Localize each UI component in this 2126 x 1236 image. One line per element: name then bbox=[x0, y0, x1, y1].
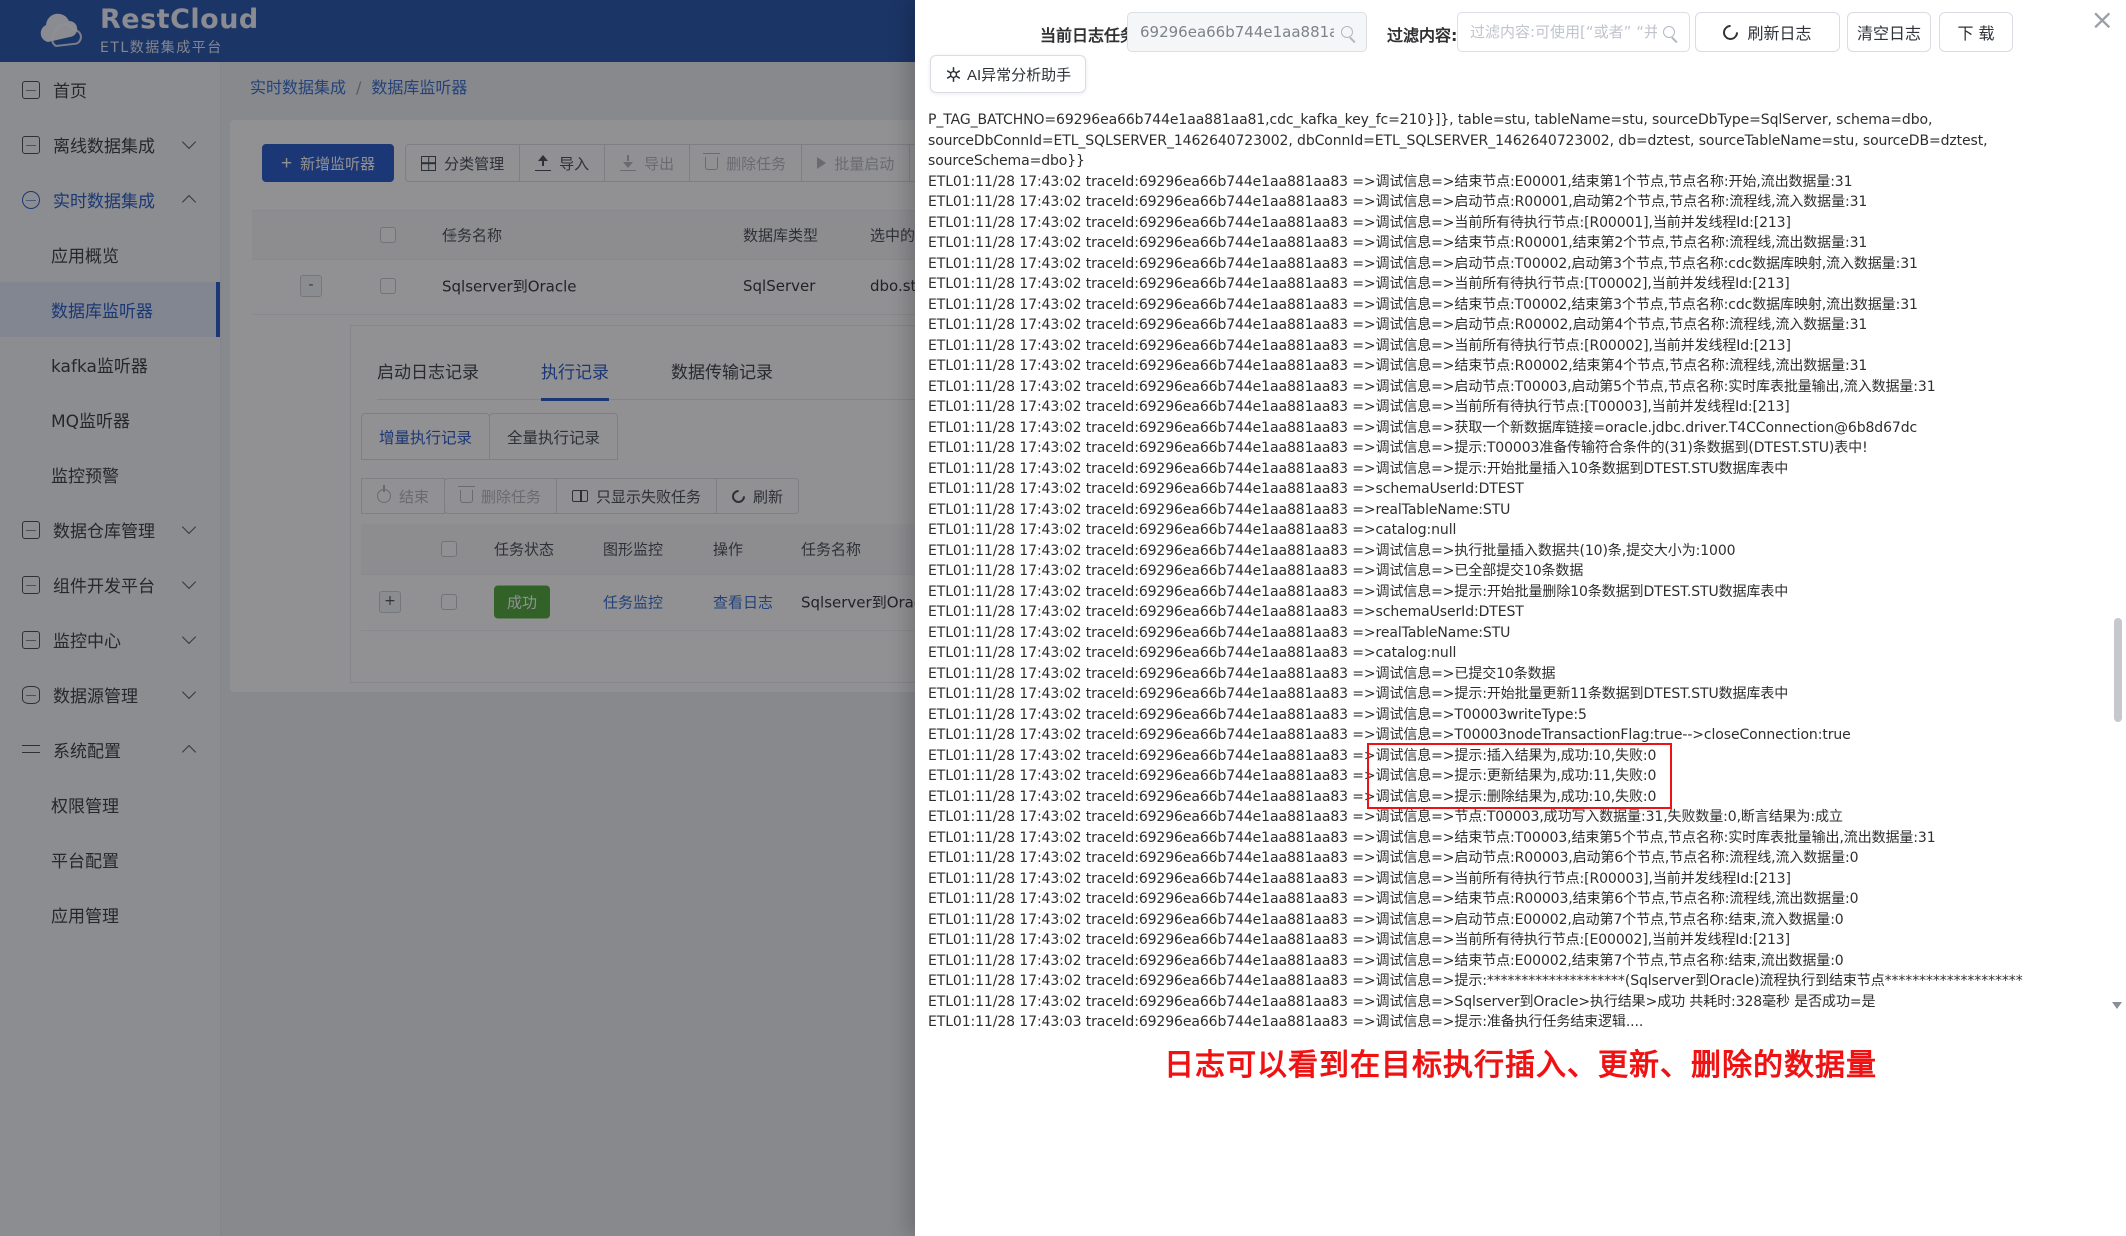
scrollbar-thumb[interactable] bbox=[2114, 618, 2122, 722]
log-line: ETL01:11/28 17:43:03 traceId:69296ea66b7… bbox=[928, 1014, 1644, 1030]
log-line: ETL01:11/28 17:43:02 traceId:69296ea66b7… bbox=[928, 173, 1853, 190]
log-line-highlighted: ETL01:11/28 17:43:02 traceId:69296ea66b7… bbox=[928, 788, 1657, 805]
log-line: ETL01:11/28 17:43:02 traceId:69296ea66b7… bbox=[928, 706, 1587, 723]
log-line: ETL01:11/28 17:43:02 traceId:69296ea66b7… bbox=[928, 419, 1918, 436]
log-line: ETL01:11/28 17:43:02 traceId:69296ea66b7… bbox=[928, 440, 1868, 456]
log-line: ETL01:11/28 17:43:02 traceId:69296ea66b7… bbox=[928, 645, 1457, 661]
log-line: ETL01:11/28 17:43:02 traceId:69296ea66b7… bbox=[928, 624, 1511, 641]
log-line-highlighted: ETL01:11/28 17:43:02 traceId:69296ea66b7… bbox=[928, 768, 1657, 784]
filter-input[interactable] bbox=[1457, 12, 1690, 52]
log-line: ETL01:11/28 17:43:02 traceId:69296ea66b7… bbox=[928, 378, 1936, 395]
log-line: ETL01:11/28 17:43:02 traceId:69296ea66b7… bbox=[928, 358, 1868, 374]
annotation-caption: 日志可以看到在目标执行插入、更新、删除的数据量 bbox=[1164, 1048, 1877, 1083]
log-line: ETL01:11/28 17:43:02 traceId:69296ea66b7… bbox=[928, 317, 1868, 333]
log-line: ETL01:11/28 17:43:02 traceId:69296ea66b7… bbox=[928, 850, 1859, 866]
log-line: ETL01:11/28 17:43:02 traceId:69296ea66b7… bbox=[928, 973, 2023, 989]
dim-overlay bbox=[0, 0, 915, 1236]
log-line: ETL01:11/28 17:43:02 traceId:69296ea66b7… bbox=[928, 686, 1789, 702]
log-line: ETL01:11/28 17:43:02 traceId:69296ea66b7… bbox=[928, 604, 1524, 620]
refresh-icon bbox=[1720, 21, 1742, 43]
log-line: ETL01:11/28 17:43:02 traceId:69296ea66b7… bbox=[928, 563, 1584, 579]
log-line: sourceSchema=dbo}} bbox=[928, 153, 1085, 169]
log-line: ETL01:11/28 17:43:02 traceId:69296ea66b7… bbox=[928, 194, 1868, 210]
log-line: ETL01:11/28 17:43:02 traceId:69296ea66b7… bbox=[928, 214, 1791, 231]
task-id-input[interactable] bbox=[1127, 12, 1367, 52]
log-line: ETL01:11/28 17:43:02 traceId:69296ea66b7… bbox=[928, 235, 1868, 251]
app-root: RestCloud ETL数据集成平台 首页 离线数据集成 实时数据集成 应用概览 数据… bbox=[0, 0, 2126, 1236]
log-line: ETL01:11/28 17:43:02 traceId:69296ea66b7… bbox=[928, 542, 1736, 559]
log-line: ETL01:11/28 17:43:02 traceId:69296ea66b7… bbox=[928, 501, 1511, 518]
ai-icon bbox=[946, 66, 961, 82]
scroll-down-icon[interactable] bbox=[2112, 1002, 2122, 1009]
filter-search-icon bbox=[1663, 26, 1675, 38]
log-line: ETL01:11/28 17:43:02 traceId:69296ea66b7… bbox=[928, 296, 1918, 313]
log-output[interactable]: P_TAG_BATCHNO=69296ea66b744e1aa881aa81,c… bbox=[928, 110, 2108, 1033]
log-line: ETL01:11/28 17:43:02 traceId:69296ea66b7… bbox=[928, 891, 1859, 907]
log-line: ETL01:11/28 17:43:02 traceId:69296ea66b7… bbox=[928, 952, 1844, 969]
highlight-group: ETL01:11/28 17:43:02 traceId:69296ea66b7… bbox=[928, 742, 2108, 809]
log-line: ETL01:11/28 17:43:02 traceId:69296ea66b7… bbox=[928, 255, 1918, 272]
log-line: ETL01:11/28 17:43:02 traceId:69296ea66b7… bbox=[928, 932, 1790, 948]
log-line: P_TAG_BATCHNO=69296ea66b744e1aa881aa81,c… bbox=[928, 112, 1933, 128]
log-line: ETL01:11/28 17:43:02 traceId:69296ea66b7… bbox=[928, 460, 1789, 477]
filter-label: 过滤内容: bbox=[1387, 26, 1458, 45]
close-icon[interactable]: × bbox=[2091, 6, 2114, 34]
log-line: ETL01:11/28 17:43:02 traceId:69296ea66b7… bbox=[928, 911, 1844, 928]
log-line: ETL01:11/28 17:43:02 traceId:69296ea66b7… bbox=[928, 276, 1790, 292]
log-line: ETL01:11/28 17:43:02 traceId:69296ea66b7… bbox=[928, 870, 1791, 887]
log-line: ETL01:11/28 17:43:02 traceId:69296ea66b7… bbox=[928, 481, 1524, 497]
log-line: ETL01:11/28 17:43:02 traceId:69296ea66b7… bbox=[928, 993, 1876, 1010]
log-line: sourceDbConnId=ETL_SQLSERVER_14626407230… bbox=[928, 132, 1988, 149]
download-log-button[interactable]: 下 载 bbox=[1939, 12, 2013, 52]
log-line: ETL01:11/28 17:43:02 traceId:69296ea66b7… bbox=[928, 727, 1851, 743]
log-panel: 当前日志任务ID: 过滤内容: 刷新日志 清空日志 下 载 × bbox=[915, 0, 2126, 1236]
ai-analysis-button[interactable]: AI异常分析助手 bbox=[930, 55, 1087, 93]
log-line: ETL01:11/28 17:43:02 traceId:69296ea66b7… bbox=[928, 399, 1790, 415]
log-line: ETL01:11/28 17:43:02 traceId:69296ea66b7… bbox=[928, 809, 1843, 825]
log-line: ETL01:11/28 17:43:02 traceId:69296ea66b7… bbox=[928, 583, 1789, 600]
refresh-log-button[interactable]: 刷新日志 bbox=[1695, 12, 1840, 52]
log-line: ETL01:11/28 17:43:02 traceId:69296ea66b7… bbox=[928, 829, 1936, 846]
search-icon bbox=[1341, 26, 1353, 38]
log-line-highlighted: ETL01:11/28 17:43:02 traceId:69296ea66b7… bbox=[928, 747, 1657, 764]
clear-log-button[interactable]: 清空日志 bbox=[1847, 12, 1931, 52]
log-line: ETL01:11/28 17:43:02 traceId:69296ea66b7… bbox=[928, 665, 1556, 682]
log-line: ETL01:11/28 17:43:02 traceId:69296ea66b7… bbox=[928, 337, 1791, 354]
log-line: ETL01:11/28 17:43:02 traceId:69296ea66b7… bbox=[928, 522, 1457, 538]
